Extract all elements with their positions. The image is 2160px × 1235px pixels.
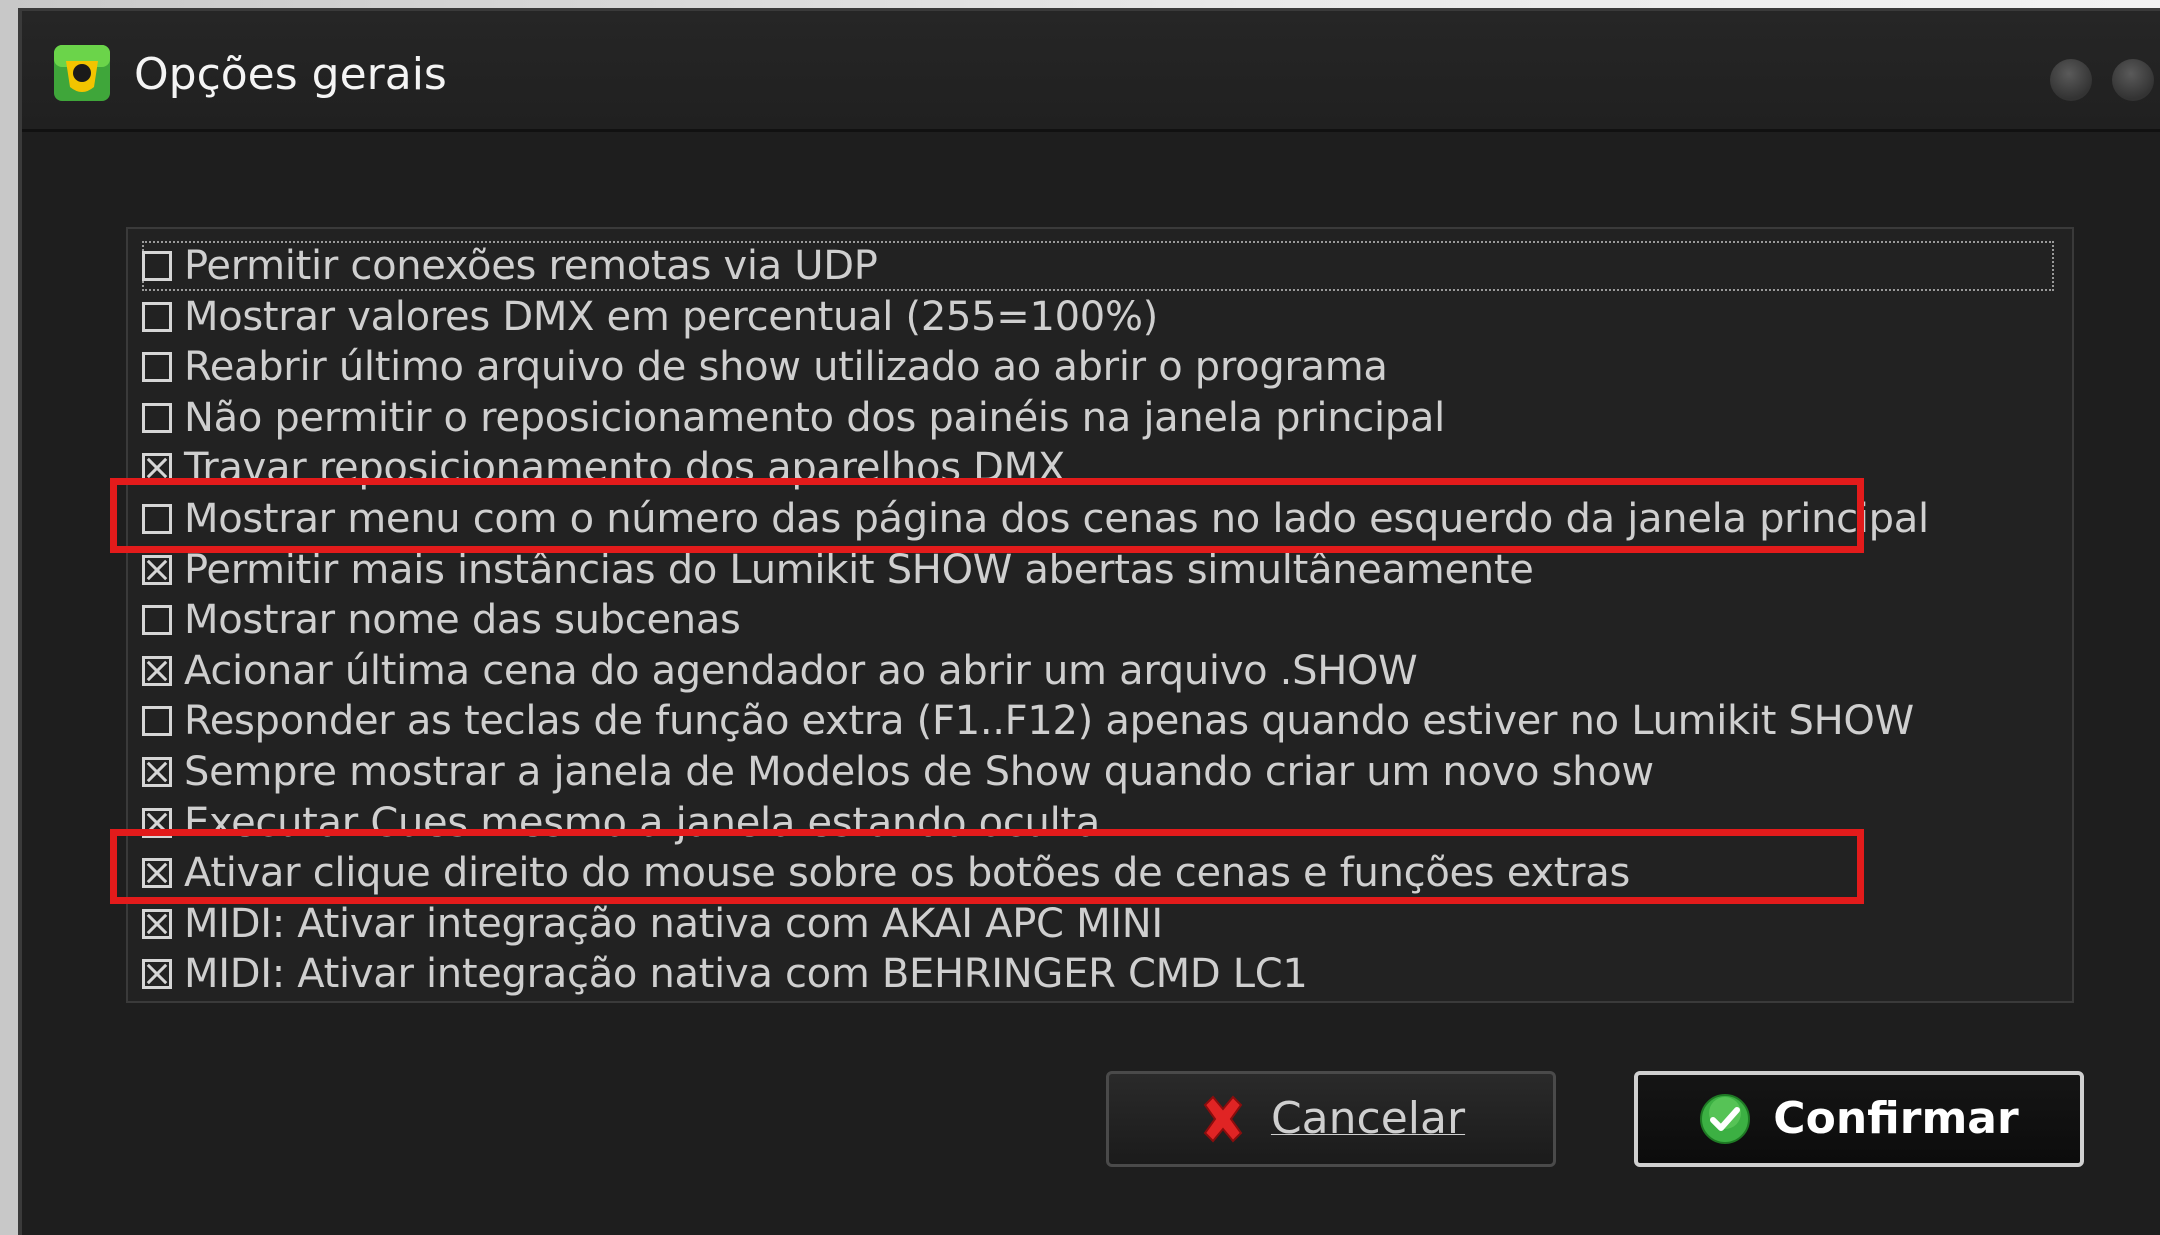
checkbox-checked[interactable]: [142, 908, 172, 939]
option-row[interactable]: MIDI: Ativar integração nativa com BEHRI…: [142, 949, 1308, 999]
annotation-highlight-menu-pages: [110, 478, 1864, 553]
confirm-button[interactable]: Confirmar: [1634, 1071, 2084, 1167]
option-label: MIDI: Ativar integração nativa com BEHRI…: [184, 951, 1308, 998]
option-row[interactable]: Não permitir o reposicionamento dos pain…: [142, 393, 1445, 443]
checkbox-checked[interactable]: [142, 959, 172, 990]
option-label: Sempre mostrar a janela de Modelos de Sh…: [184, 749, 1654, 795]
checkbox-checked[interactable]: [142, 757, 172, 787]
option-label: Não permitir o reposicionamento dos pain…: [184, 394, 1445, 441]
option-row[interactable]: Responder as teclas de função extra (F1.…: [142, 696, 1914, 746]
checkbox-unchecked[interactable]: [142, 605, 172, 636]
option-label: Permitir conexões remotas via UDP: [184, 243, 878, 289]
option-label: Reabrir último arquivo de show utilizado…: [184, 344, 1388, 391]
cancel-button[interactable]: Cancelar: [1106, 1071, 1556, 1167]
red-x-icon: [1203, 1095, 1243, 1143]
option-row[interactable]: Mostrar nome das subcenas: [142, 595, 741, 645]
option-label: Responder as teclas de função extra (F1.…: [184, 698, 1914, 745]
screenshot-stage: Opções gerais Permitir conexões remotas …: [0, 0, 2160, 1235]
title-bar[interactable]: Opções gerais: [22, 11, 2160, 132]
annotation-highlight-right-click: [110, 829, 1864, 904]
option-label: Acionar última cena do agendador ao abri…: [184, 647, 1418, 694]
green-check-icon: [1700, 1094, 1751, 1144]
option-label: MIDI: Ativar integração nativa com AKAI …: [184, 900, 1163, 947]
option-row[interactable]: Mostrar valores DMX em percentual (255=1…: [142, 292, 1158, 342]
checkbox-unchecked[interactable]: [142, 402, 172, 433]
checkbox-unchecked[interactable]: [142, 352, 172, 383]
checkbox-checked[interactable]: [142, 655, 172, 686]
option-row[interactable]: Sempre mostrar a janela de Modelos de Sh…: [142, 747, 1654, 797]
close-icon[interactable]: [2112, 59, 2154, 101]
app-icon: [54, 45, 110, 101]
checkbox-unchecked[interactable]: [142, 251, 172, 281]
option-label: Mostrar nome das subcenas: [184, 597, 741, 644]
option-row[interactable]: Reabrir último arquivo de show utilizado…: [142, 342, 1388, 392]
checkbox-unchecked[interactable]: [142, 706, 172, 737]
option-row[interactable]: MIDI: Ativar integração nativa com AKAI …: [142, 899, 1163, 949]
option-label: Mostrar valores DMX em percentual (255=1…: [184, 293, 1158, 340]
options-dialog: Opções gerais Permitir conexões remotas …: [18, 8, 2160, 1235]
option-row[interactable]: Permitir conexões remotas via UDP: [142, 241, 2054, 291]
option-row[interactable]: Acionar última cena do agendador ao abri…: [142, 646, 1418, 696]
confirm-label: Confirmar: [1773, 1093, 2019, 1144]
cancel-label: Cancelar: [1270, 1093, 1466, 1144]
window-title: Opções gerais: [134, 49, 447, 100]
minimize-icon[interactable]: [2050, 59, 2092, 101]
checkbox-unchecked[interactable]: [142, 301, 172, 332]
checkbox-checked[interactable]: [142, 554, 172, 585]
